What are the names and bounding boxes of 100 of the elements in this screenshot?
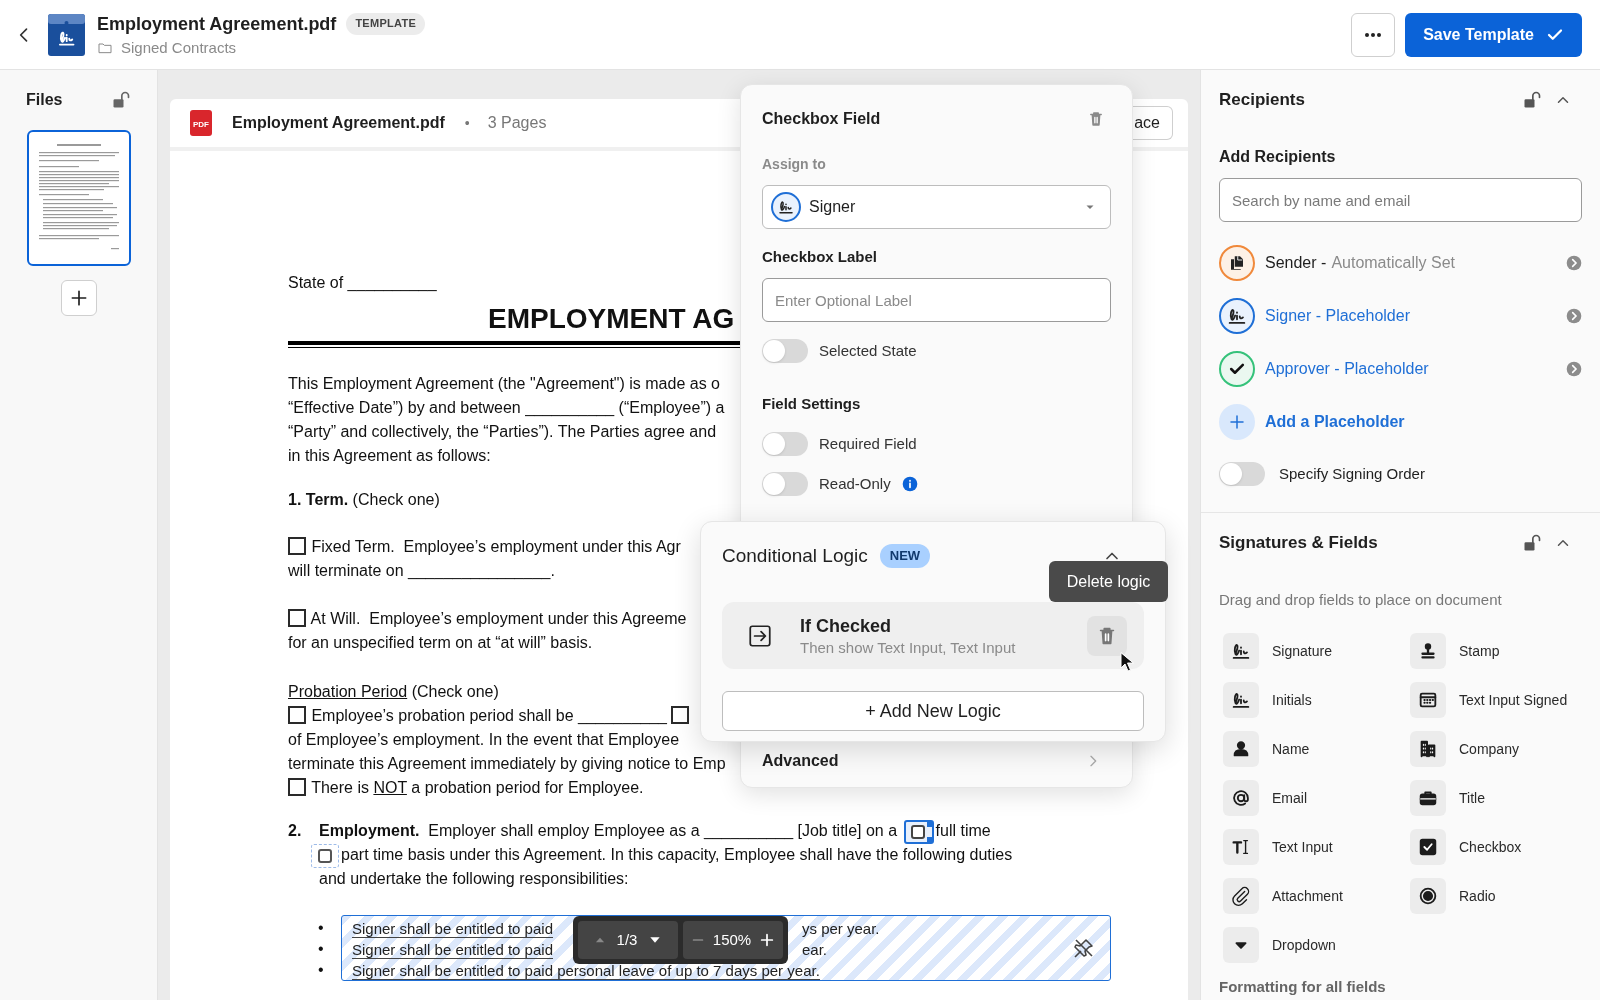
signature-icon[interactable]: [1223, 682, 1259, 718]
briefcase-icon[interactable]: [1410, 780, 1446, 816]
label-input[interactable]: Enter Optional Label: [762, 278, 1111, 322]
checkbox-icon: [288, 778, 306, 796]
document-text: “Party” and collectively, the “Parties”). The Parties agree and: [288, 423, 717, 440]
plus-icon: [1228, 412, 1246, 431]
document-text: Employment. Employer shall employ Employee as a __________ [Job title] on a: [319, 822, 899, 839]
checkbox-icon: [288, 609, 306, 627]
field-label[interactable]: Checkbox: [1459, 836, 1522, 858]
checkbox-icon: [671, 706, 690, 724]
field-label[interactable]: Text Input: [1272, 836, 1333, 858]
field-label[interactable]: Dropdown: [1272, 934, 1336, 956]
toggle-switch[interactable]: [762, 339, 808, 363]
list-bullet: •: [318, 939, 324, 959]
assignee-select[interactable]: Signer: [762, 185, 1111, 229]
caret-down-icon[interactable]: [1223, 927, 1259, 963]
panel-title: Checkbox Field: [762, 109, 881, 129]
app-logo: [48, 13, 85, 56]
document-text: Probation Period (Check one): [288, 683, 499, 700]
delete-logic-button[interactable]: [1087, 615, 1127, 656]
field-text: Signer shall be entitled to paid: [352, 941, 553, 959]
field-label[interactable]: Title: [1459, 787, 1485, 809]
panel-title: Conditional Logic: [722, 543, 868, 568]
toggle-label: Read-Only: [819, 473, 891, 494]
document-text: Fixed Term. Employee’s employment under this Agr: [310, 538, 681, 555]
zoom-level: 150%: [712, 929, 752, 950]
document-text: State of __________: [288, 274, 437, 291]
pin-icon: [1072, 936, 1096, 960]
replace-button[interactable]: ace: [1133, 106, 1173, 140]
field-caption: Assign to: [762, 155, 826, 174]
person-icon[interactable]: [1223, 731, 1259, 767]
section-title: Recipients: [1219, 89, 1305, 112]
section-title: Formatting for all fields: [1219, 977, 1386, 997]
document-text: part time basis under this Agreement. In this capacity, Employee shall have the following duties: [341, 846, 1013, 863]
template-badge: TEMPLATE: [346, 12, 426, 35]
delete-field-button[interactable]: [1087, 110, 1105, 128]
field-text: ear.: [802, 940, 828, 960]
chevron-right-icon: [1566, 307, 1582, 324]
lock-icon: [1522, 90, 1542, 110]
recipient-name[interactable]: Approver - Placeholder: [1265, 356, 1429, 381]
lock-icon: [111, 90, 131, 110]
text-cursor-icon[interactable]: [1223, 829, 1259, 865]
document-text: for an unspecified term on at “at will” basis.: [288, 634, 593, 651]
list-bullet: •: [318, 960, 324, 980]
toggle-label: Specify Signing Order: [1279, 463, 1425, 484]
recipient-name[interactable]: Signer - Placeholder: [1265, 303, 1410, 328]
document-text: in this Agreement as follows:: [288, 447, 491, 464]
field-label[interactable]: Initials: [1272, 689, 1312, 711]
search-field[interactable]: Search by name and email: [1219, 178, 1582, 222]
field-label[interactable]: Name: [1272, 738, 1310, 760]
checkbox-icon[interactable]: [1410, 829, 1446, 865]
document-text: Employee’s probation period shall be __________: [310, 707, 668, 724]
chevron-right-icon: [1566, 360, 1582, 377]
radio-icon[interactable]: [1410, 878, 1446, 914]
page-thumbnail[interactable]: [26, 130, 131, 266]
separator-dot: •: [464, 113, 470, 133]
files-title: Files: [26, 90, 63, 110]
signature-icon: [777, 198, 795, 216]
paperclip-icon[interactable]: [1223, 878, 1259, 914]
toggle-switch[interactable]: [762, 472, 808, 496]
page-count: 3 Pages: [487, 113, 547, 133]
checkbox-field[interactable]: [311, 843, 339, 868]
field-label[interactable]: Radio: [1459, 885, 1496, 907]
building-icon[interactable]: [1410, 731, 1446, 767]
folder-name: Signed Contracts: [121, 37, 237, 58]
rule-detail: Then show Text Input, Text Input: [800, 637, 1016, 658]
add-logic-button[interactable]: + Add New Logic: [722, 691, 1144, 731]
checkbox-icon: [288, 537, 306, 555]
document-text: There is NOT a probation period for Employee.: [310, 779, 644, 796]
toggle-switch[interactable]: [762, 432, 808, 456]
field-label[interactable]: Text Input Signed: [1459, 689, 1568, 711]
checkbox-field[interactable]: [903, 819, 934, 844]
recipient-name[interactable]: Sender -: [1265, 250, 1327, 275]
field-label[interactable]: Email: [1272, 787, 1307, 809]
field-label[interactable]: Signature: [1272, 640, 1332, 662]
documents-icon: [1228, 253, 1246, 272]
tooltip: Delete logic: [1049, 561, 1168, 602]
add-placeholder-button[interactable]: Add a Placeholder: [1219, 403, 1405, 440]
document-text: of Employee’s employment. In the event that Employee: [288, 731, 680, 748]
document-text: and undertake the following responsibilities:: [319, 870, 629, 887]
toggle-switch[interactable]: [1219, 462, 1265, 486]
document-text: full time: [935, 822, 991, 839]
cursor-icon: [1120, 652, 1134, 672]
calendar-icon[interactable]: [1410, 682, 1446, 718]
save-template-button[interactable]: Save Template: [1405, 12, 1582, 57]
hint-text: Drag and drop fields to place on document: [1219, 590, 1502, 610]
signature-icon[interactable]: [1223, 633, 1259, 669]
add-page-button[interactable]: [60, 280, 97, 316]
lock-icon: [1522, 533, 1542, 553]
field-label[interactable]: Attachment: [1272, 885, 1343, 907]
advanced-section[interactable]: Advanced: [762, 745, 1111, 777]
document-text: will terminate on ________________.: [288, 562, 555, 579]
field-label[interactable]: Company: [1459, 738, 1519, 760]
plus-icon: [759, 932, 776, 948]
field-label[interactable]: Stamp: [1459, 640, 1500, 662]
at-icon[interactable]: [1223, 780, 1259, 816]
checkbox-icon: [288, 706, 306, 724]
stamp-icon[interactable]: [1410, 633, 1446, 669]
field-text: ys per year.: [802, 919, 880, 939]
list-bullet: •: [318, 918, 324, 938]
